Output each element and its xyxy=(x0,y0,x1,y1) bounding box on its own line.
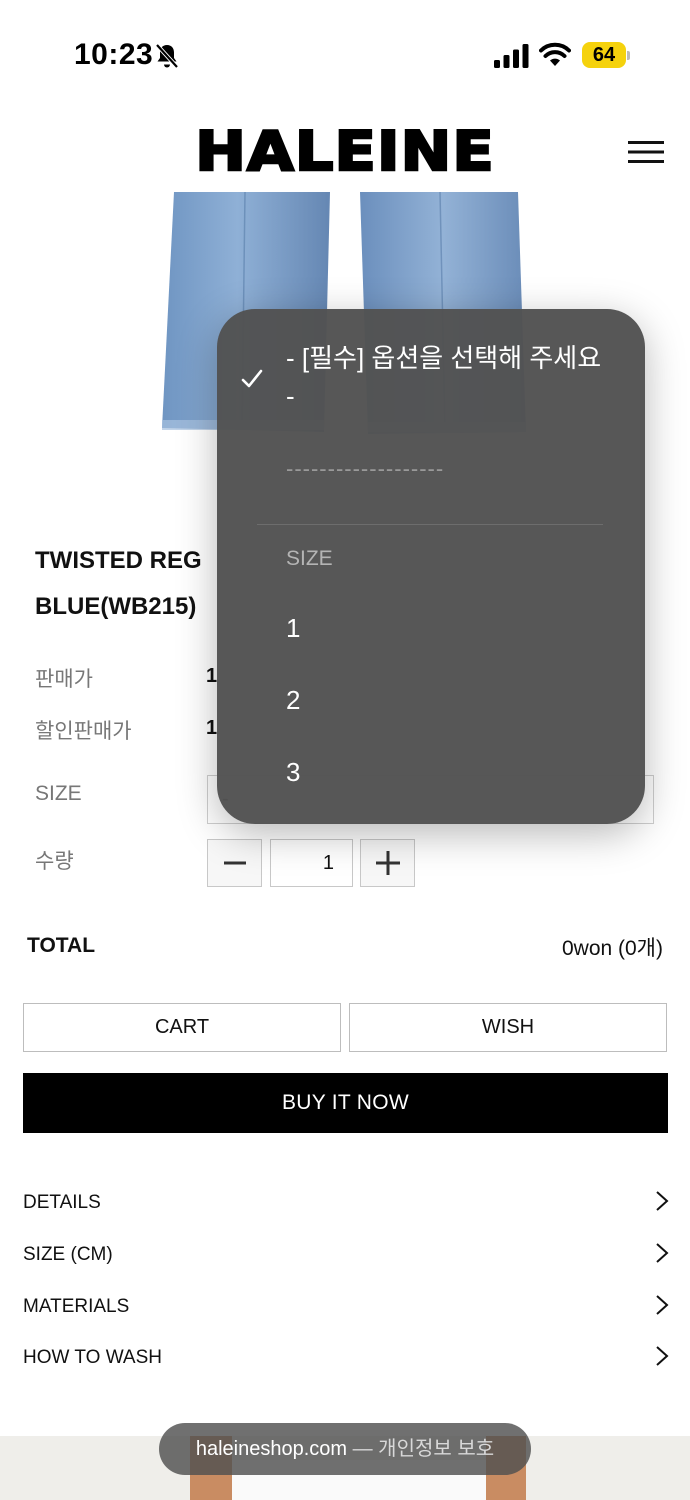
sale-price-value: 1 xyxy=(206,717,218,739)
dropdown-separator-option: ------------------- xyxy=(286,456,445,481)
size-option-dropdown: - [필수] 옵션을 선택해 주세요 - -------------------… xyxy=(217,309,645,824)
accordion-how-to-wash[interactable]: HOW TO WASH xyxy=(23,1337,669,1377)
wish-button[interactable]: WISH xyxy=(349,1003,667,1052)
chevron-right-icon xyxy=(656,1191,669,1211)
buy-now-button[interactable]: BUY IT NOW xyxy=(23,1073,668,1133)
size-label: SIZE xyxy=(35,782,82,805)
quantity-input[interactable]: 1 xyxy=(270,839,353,887)
chevron-right-icon xyxy=(656,1243,669,1263)
accordion-label: SIZE (CM) xyxy=(23,1244,113,1265)
accordion-materials[interactable]: MATERIALS xyxy=(23,1286,669,1326)
dropdown-divider xyxy=(257,524,603,525)
checkmark-icon xyxy=(241,369,263,388)
accordion-label: MATERIALS xyxy=(23,1296,130,1317)
dropdown-group-label: SIZE xyxy=(286,547,333,570)
minus-icon xyxy=(223,861,246,865)
cellular-signal-icon xyxy=(494,44,529,68)
browser-address-pill[interactable]: haleineshop.com — 개인정보 보호 xyxy=(159,1423,531,1475)
accordion-details[interactable]: DETAILS xyxy=(23,1182,669,1222)
price-value: 1 xyxy=(206,665,218,687)
cart-button[interactable]: CART xyxy=(23,1003,341,1052)
quantity-label: 수량 xyxy=(35,850,74,873)
accordion-size[interactable]: SIZE (CM) xyxy=(23,1234,669,1274)
total-label: TOTAL xyxy=(27,934,96,957)
browser-privacy-label: — 개인정보 보호 xyxy=(352,1438,495,1460)
dropdown-option-2[interactable]: 2 xyxy=(286,685,300,716)
accordion-label: HOW TO WASH xyxy=(23,1347,162,1368)
status-time: 10:23 xyxy=(74,38,154,71)
battery-tip xyxy=(627,51,630,60)
sale-price-label: 할인판매가 xyxy=(35,720,132,743)
total-value: 0won (0개) xyxy=(561,937,663,960)
dropdown-option-placeholder[interactable]: - [필수] 옵션을 선택해 주세요 - xyxy=(286,339,606,415)
wifi-icon xyxy=(539,42,571,66)
browser-domain: haleineshop.com xyxy=(195,1438,348,1460)
plus-icon xyxy=(375,851,400,875)
dropdown-option-3[interactable]: 3 xyxy=(286,757,300,788)
dropdown-option-1[interactable]: 1 xyxy=(286,613,300,644)
price-label: 판매가 xyxy=(35,668,93,691)
chevron-right-icon xyxy=(656,1346,669,1366)
status-bar: 10:23 64 xyxy=(0,0,690,110)
quantity-decrease-button[interactable] xyxy=(207,839,262,887)
brand-logo[interactable]: HALEINE xyxy=(0,119,690,185)
accordion-label: DETAILS xyxy=(23,1192,101,1213)
quantity-increase-button[interactable] xyxy=(360,839,415,887)
chevron-right-icon xyxy=(656,1295,669,1315)
battery-indicator: 64 xyxy=(582,42,626,68)
bell-muted-icon xyxy=(155,43,179,69)
hamburger-menu-icon[interactable] xyxy=(628,140,664,164)
